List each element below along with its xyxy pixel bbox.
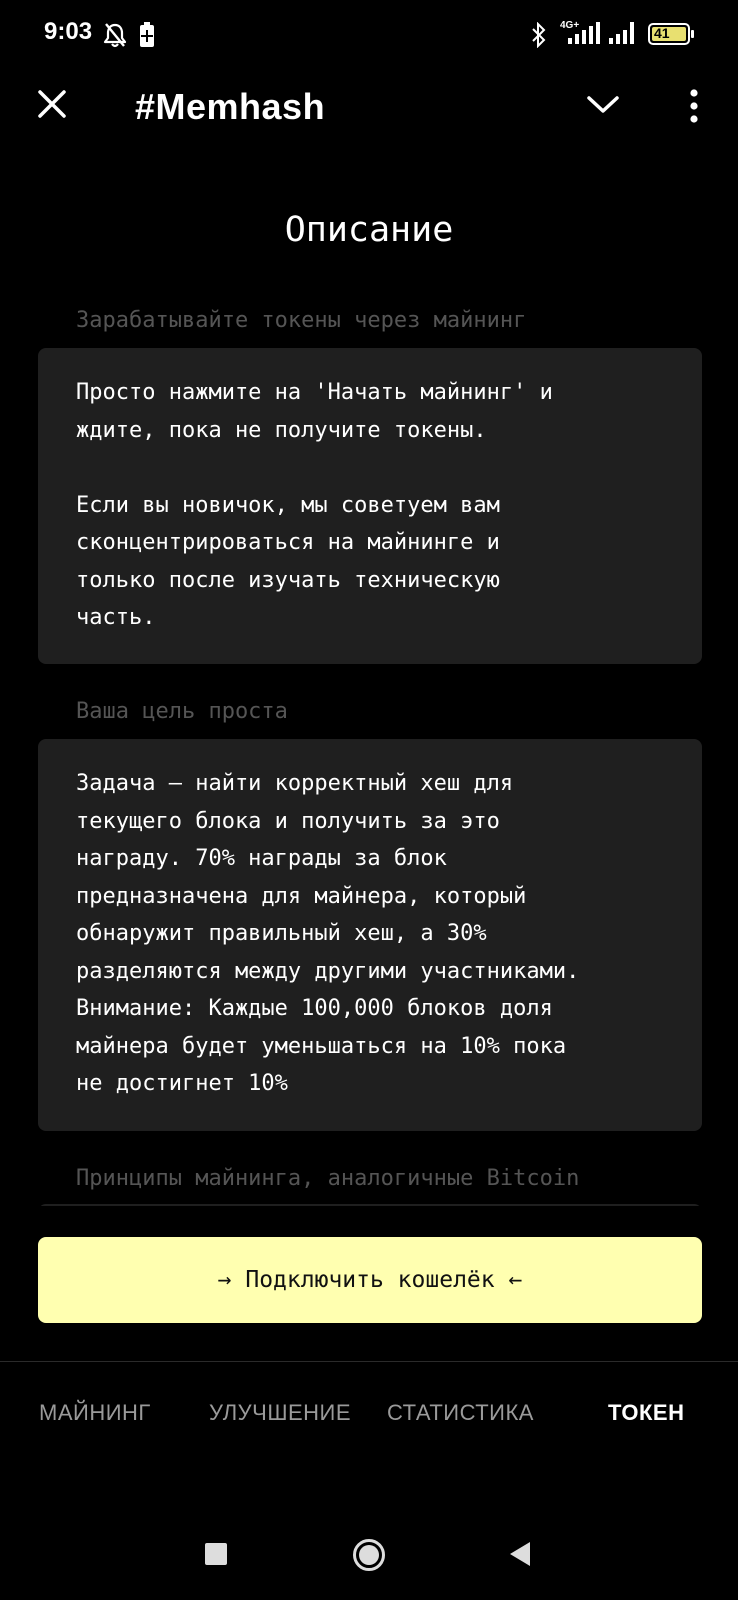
card-paragraph: Задача — найти корректный хеш для текуще… xyxy=(76,771,580,1096)
section-label: Принципы майнинга, аналогичные Bitcoin xyxy=(76,1166,580,1191)
info-card: Просто нажмите на 'Начать майнинг' и жди… xyxy=(38,348,702,664)
tab-statistics[interactable]: СТАТИСТИКА xyxy=(387,1400,534,1426)
page-title: #Memhash xyxy=(135,86,326,127)
info-card xyxy=(38,1204,702,1206)
description-heading: Описание xyxy=(284,210,454,250)
back-icon[interactable] xyxy=(508,1541,532,1571)
content-scroll[interactable]: Описание Зарабатывайте токены через майн… xyxy=(0,146,738,1206)
app-header: #Memhash xyxy=(0,70,738,146)
close-icon[interactable] xyxy=(36,88,68,124)
battery-saver-icon xyxy=(139,22,155,52)
divider xyxy=(0,1361,738,1362)
recent-apps-icon[interactable] xyxy=(205,1543,227,1569)
home-icon[interactable] xyxy=(352,1538,386,1576)
tab-upgrade[interactable]: УЛУЧШЕНИЕ xyxy=(209,1400,351,1426)
section-label: Ваша цель проста xyxy=(76,699,288,724)
info-card: Задача — найти корректный хеш для текуще… xyxy=(38,739,702,1131)
signal-icon xyxy=(566,22,604,50)
section-label: Зарабатывайте токены через майнинг xyxy=(76,308,527,333)
battery-level: 41 xyxy=(654,25,670,41)
mute-bell-icon xyxy=(103,22,127,52)
bottom-tab-bar: МАЙНИНГ УЛУЧШЕНИЕ СТАТИСТИКА ТОКЕН xyxy=(0,1400,738,1440)
card-paragraph: Просто нажмите на 'Начать майнинг' и жди… xyxy=(76,380,553,443)
signal-icon xyxy=(608,22,640,50)
status-bar: 9:03 4G+ 41 xyxy=(0,0,738,70)
tab-token[interactable]: ТОКЕН xyxy=(608,1400,685,1426)
more-vertical-icon[interactable] xyxy=(682,88,706,128)
card-paragraph: Если вы новичок, мы советуем вам сконцен… xyxy=(76,492,500,631)
bluetooth-icon xyxy=(531,21,547,52)
status-time: 9:03 xyxy=(44,18,93,45)
connect-wallet-button[interactable]: → Подключить кошелёк ← xyxy=(38,1237,702,1323)
tab-mining[interactable]: МАЙНИНГ xyxy=(39,1400,151,1426)
chevron-down-icon[interactable] xyxy=(585,92,621,120)
